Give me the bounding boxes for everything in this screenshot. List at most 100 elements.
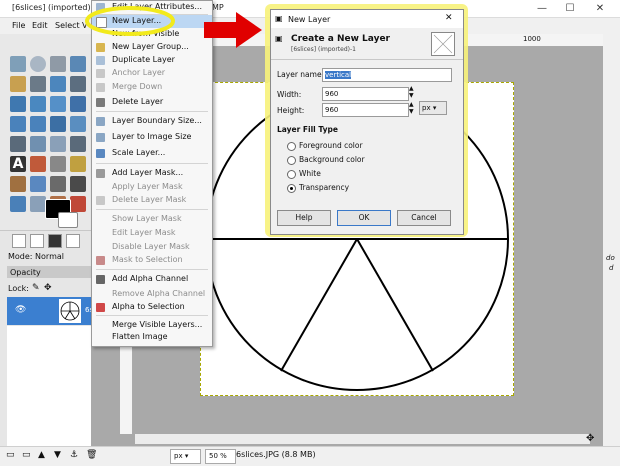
cancel-button[interactable]: Cancel [397,210,451,226]
align-icon[interactable] [30,96,46,112]
clone-icon[interactable] [10,196,26,212]
crop-icon[interactable] [50,96,66,112]
menu-item-alpha-to-selection[interactable]: Alpha to Selection [92,301,212,314]
lock-position-icon[interactable]: ✥ [44,283,52,293]
width-spinner-icon[interactable]: ▲ ▼ [409,85,414,99]
height-field[interactable]: 960 [322,103,409,117]
zoom-icon[interactable] [70,136,86,152]
menu-select[interactable]: Select [55,21,80,30]
undo-tab-icon[interactable] [66,234,80,248]
navigate-icon[interactable]: ✥ [586,433,594,444]
menu-item-layer-boundary-size[interactable]: Layer Boundary Size... [92,115,212,128]
menu-item-mask-to-selection[interactable]: Mask to Selection [92,254,212,267]
help-button[interactable]: Help [277,210,331,226]
maximize-button[interactable]: ☐ [556,1,584,16]
zoom-value: 50 % [209,452,227,460]
height-spinner-icon[interactable]: ▲ ▼ [409,101,414,115]
menu-item-show-layer-mask[interactable]: Show Layer Mask [92,213,212,226]
duplicate-icon[interactable]: ▭ [22,450,31,460]
menu-item-add-layer-mask[interactable]: Add Layer Mask... [92,167,212,180]
bucket-fill-icon[interactable] [30,156,46,172]
delete-icon[interactable]: 🗑 [86,450,97,460]
width-field[interactable]: 960 [322,87,409,101]
shear-icon[interactable] [30,116,46,132]
menu-item-merge-down[interactable]: Merge Down [92,81,212,94]
menu-item-disable-layer-mask[interactable]: Disable Layer Mask [92,241,212,254]
color-select-icon[interactable] [10,76,26,92]
menu-item-edit-layer-mask[interactable]: Edit Layer Mask [92,227,212,240]
menu-item-layer-to-image-size[interactable]: Layer to Image Size [92,131,212,144]
text-tool-icon[interactable]: A [10,156,26,172]
warp-transform-icon[interactable] [30,136,46,152]
measure-icon[interactable] [50,136,66,152]
dialog-divider [271,59,463,60]
menu-edit[interactable]: Edit [32,21,48,30]
radio-background-color[interactable] [287,156,296,165]
menu-separator [96,163,208,164]
menu-item-flatten-image[interactable]: Flatten Image [92,331,212,344]
dodge-burn-icon[interactable] [70,196,86,212]
eraser-icon[interactable] [30,176,46,192]
heal-icon[interactable] [30,196,46,212]
radio-foreground-color[interactable] [287,142,296,151]
menu-file[interactable]: File [12,21,25,30]
menu-item-add-alpha-channel[interactable]: Add Alpha Channel [92,273,212,286]
ruler-mark-1000: 1000 [523,35,541,43]
menu-item-anchor-layer[interactable]: Anchor Layer [92,67,212,80]
anchor-icon[interactable]: ⚓ [70,450,78,460]
fill-type-label: Layer Fill Type [277,125,338,134]
flip-icon[interactable] [70,116,86,132]
radio-transparency[interactable] [287,184,296,193]
lower-icon[interactable]: ▼ [54,450,61,460]
background-color-swatch[interactable] [58,212,78,228]
radio-white[interactable] [287,170,296,179]
lock-pixels-icon[interactable]: ✎ [32,283,40,293]
boundary-size-icon [96,117,105,126]
toolbox: A [0,34,91,234]
cage-transform-icon[interactable] [10,136,26,152]
eye-icon[interactable]: 👁 [15,305,26,315]
perspective-icon[interactable] [50,116,66,132]
rotate-icon[interactable] [70,96,86,112]
foreground-select-icon[interactable] [50,76,66,92]
pencil-icon[interactable] [70,156,86,172]
dialog-close-icon[interactable]: ✕ [445,13,453,23]
window-title: [6slices] (imported) [12,3,91,12]
menu-item-new-layer-group[interactable]: New Layer Group... [92,41,212,54]
dialog-subheading: [6slices] (imported)-1 [291,46,356,53]
horizontal-scrollbar[interactable] [135,434,590,444]
layer-name-field[interactable]: vertical [322,68,452,82]
layer-row[interactable]: 👁 6s [7,297,93,325]
ellipse-select-icon[interactable] [30,56,46,72]
rect-select-icon[interactable] [10,56,26,72]
ink-icon[interactable] [70,176,86,192]
scale-icon[interactable] [10,116,26,132]
scissors-icon[interactable] [30,76,46,92]
unit-select[interactable]: px ▾ [170,449,201,464]
menu-item-duplicate-layer[interactable]: Duplicate Layer [92,54,212,67]
mode-label[interactable]: Mode: Normal [8,252,64,261]
ok-button[interactable]: OK [337,210,391,226]
airbrush-icon[interactable] [50,176,66,192]
menu-item-remove-alpha-channel[interactable]: Remove Alpha Channel [92,288,212,301]
paths-tab-icon[interactable] [48,234,62,248]
fuzzy-select-icon[interactable] [70,56,86,72]
close-button[interactable]: ✕ [586,1,614,16]
zoom-select[interactable]: 50 % [205,449,236,464]
paths-icon[interactable] [70,76,86,92]
paintbrush-icon[interactable] [10,176,26,192]
menu-item-delete-layer[interactable]: Delete Layer [92,96,212,109]
opacity-bar[interactable]: Opacity [7,266,91,278]
minimize-button[interactable]: — [528,1,556,16]
raise-icon[interactable]: ▲ [38,450,45,460]
channels-tab-icon[interactable] [30,234,44,248]
free-select-icon[interactable] [50,56,66,72]
menu-item-delete-layer-mask[interactable]: Delete Layer Mask [92,194,212,207]
menu-item-scale-layer[interactable]: Scale Layer... [92,147,212,160]
new-image-icon[interactable]: ▭ [6,450,15,460]
layers-tab-icon[interactable] [12,234,26,248]
move-icon[interactable] [10,96,26,112]
blend-icon[interactable] [50,156,66,172]
menu-item-apply-layer-mask[interactable]: Apply Layer Mask [92,181,212,194]
unit-dropdown[interactable]: px ▾ [419,101,447,115]
